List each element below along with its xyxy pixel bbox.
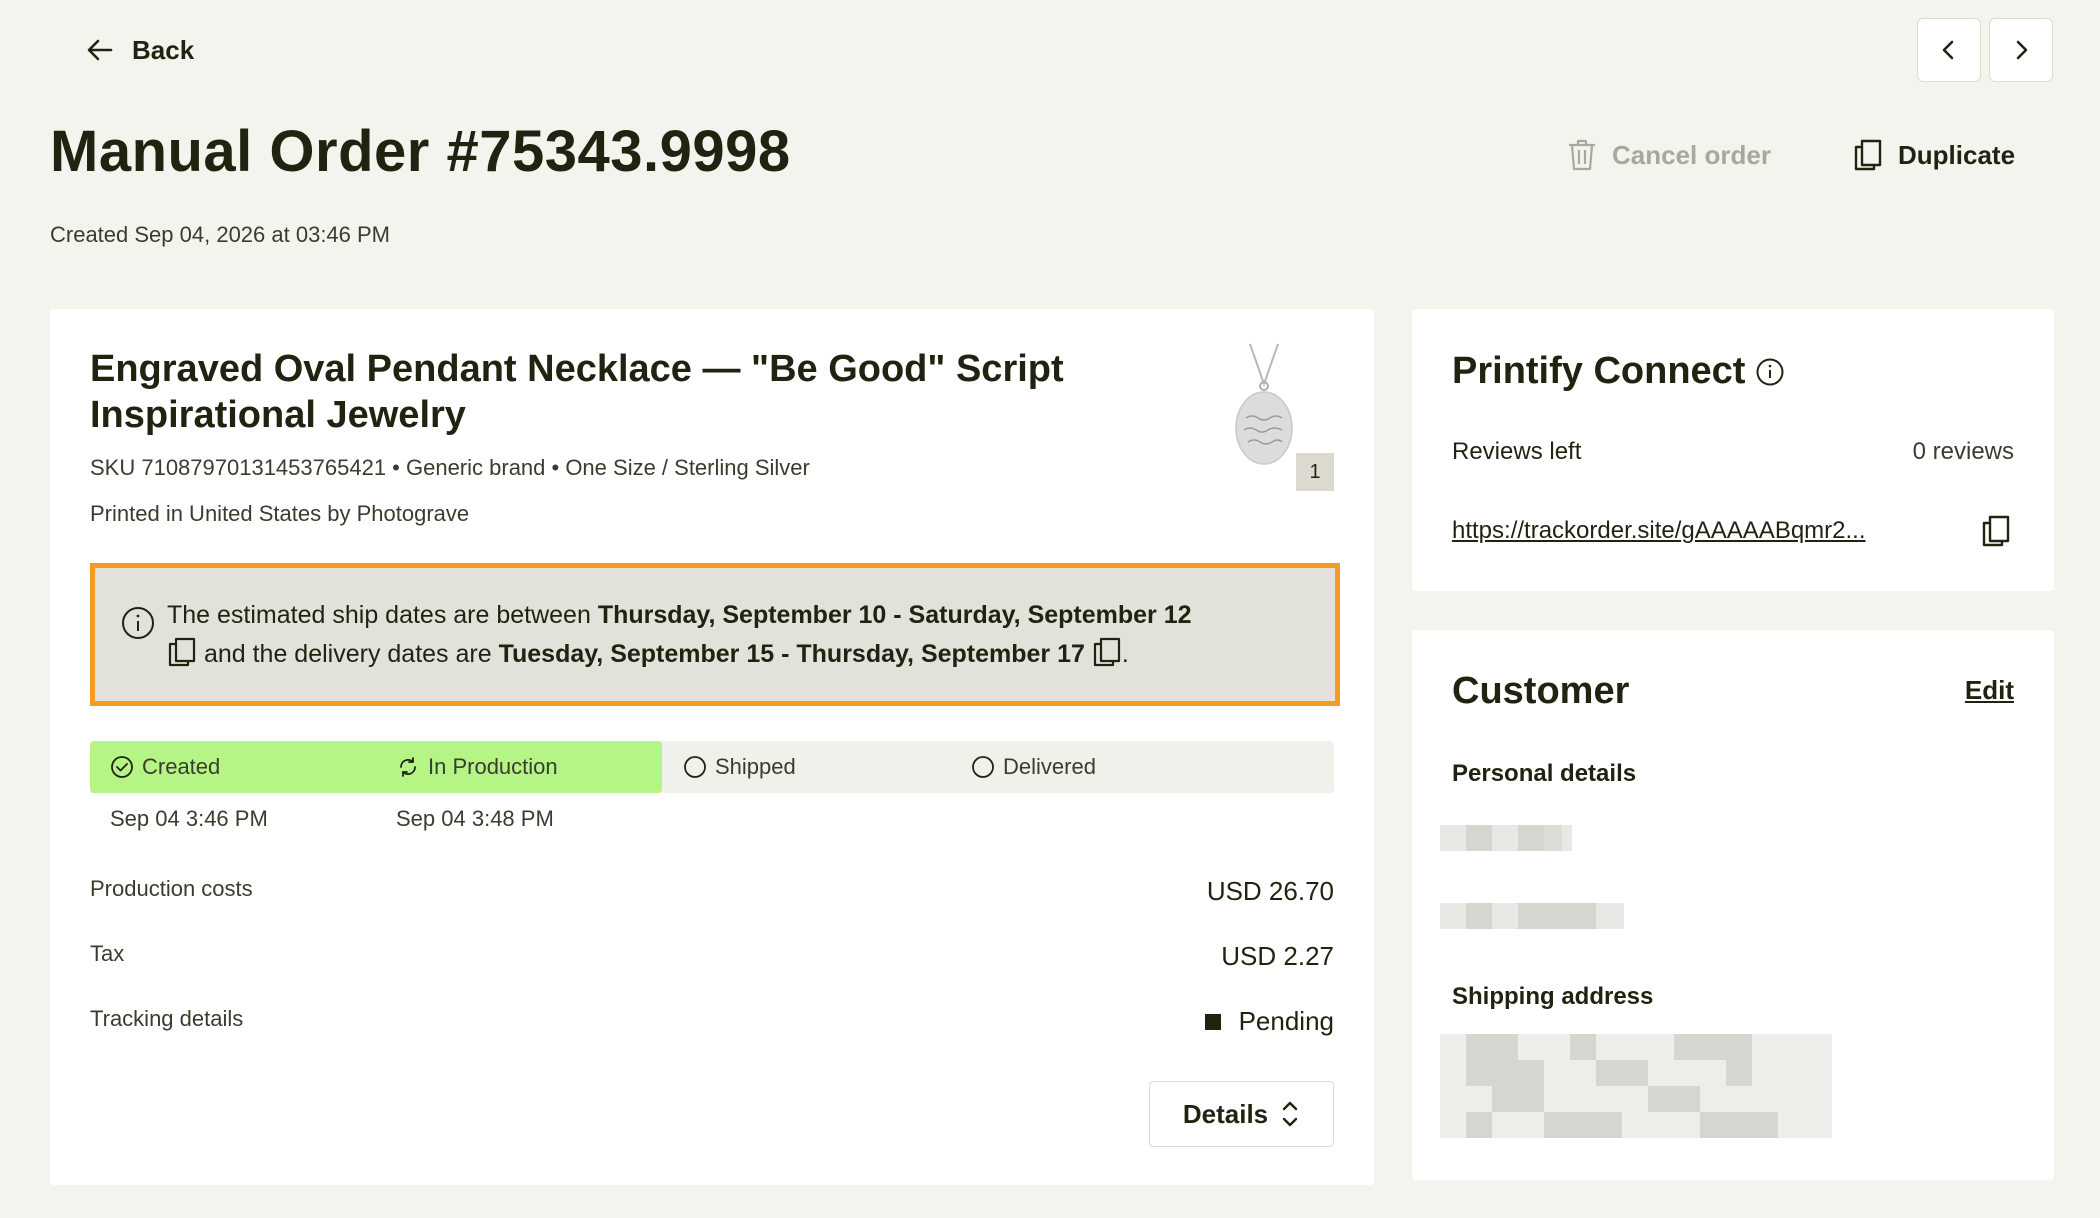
ship-dates-notice: The estimated ship dates are between Thu… — [90, 563, 1340, 706]
check-circle-icon — [111, 756, 133, 778]
previous-order-button[interactable] — [1917, 18, 1981, 82]
printify-connect-title: Printify Connect — [1452, 350, 1785, 393]
ship-dates-text: The estimated ship dates are between Thu… — [167, 601, 1192, 668]
order-status-tracker: Created In Production Shipped Delivered — [90, 741, 1334, 793]
shipping-address-heading: Shipping address — [1452, 983, 1654, 1010]
info-icon — [122, 607, 154, 639]
product-thumbnail — [1235, 343, 1293, 465]
pending-status-icon — [1204, 1013, 1221, 1030]
tracking-details-label: Tracking details — [90, 1006, 244, 1031]
quantity-badge: 1 — [1296, 453, 1334, 491]
chevron-right-icon — [2016, 40, 2028, 60]
redacted-customer-name — [1440, 825, 1572, 851]
created-date: Sep 04 3:46 PM — [110, 806, 268, 831]
tax-label: Tax — [90, 941, 125, 966]
page-title: Manual Order #75343.9998 — [50, 119, 791, 184]
tracking-status-value: Pending — [1238, 1006, 1334, 1036]
arrow-left-icon — [87, 39, 113, 61]
next-order-button[interactable] — [1989, 18, 2053, 82]
trash-icon — [1569, 139, 1595, 171]
in-production-date: Sep 04 3:48 PM — [396, 806, 554, 831]
ship-date-range: Thursday, September 10 - Saturday, Septe… — [597, 601, 1192, 629]
cancel-order-button[interactable]: Cancel order — [1566, 138, 1771, 172]
status-step-in-production: In Production — [396, 741, 558, 793]
details-label: Details — [1182, 1098, 1269, 1129]
details-button[interactable]: Details — [1149, 1081, 1334, 1147]
edit-customer-link[interactable]: Edit — [1965, 675, 2014, 706]
copy-icon[interactable] — [1980, 514, 2012, 548]
back-label: Back — [132, 34, 195, 65]
copy-icon — [1854, 139, 1882, 171]
product-title: Engraved Oval Pendant Necklace — "Be Goo… — [90, 348, 1064, 436]
info-icon[interactable] — [1755, 357, 1785, 387]
redacted-shipping-address — [1440, 1034, 1832, 1138]
circle-icon — [972, 756, 994, 778]
status-step-created: Created — [110, 741, 220, 793]
status-step-delivered: Delivered — [971, 741, 1096, 793]
duplicate-label: Duplicate — [1898, 139, 2016, 170]
product-sku: SKU 71087970131453765421 • Generic brand… — [90, 455, 810, 480]
copy-ship-dates-icon[interactable] — [167, 637, 197, 667]
back-button[interactable]: Back — [84, 30, 194, 70]
customer-title: Customer — [1452, 670, 1630, 712]
product-printed-by: Printed in United States by Photograve — [90, 501, 470, 526]
tax-value: USD 2.27 — [1221, 941, 1334, 971]
tracking-link[interactable]: https://trackorder.site/gAAAAABqmr2... — [1452, 517, 1956, 545]
order-created-date: Created Sep 04, 2026 at 03:46 PM — [50, 222, 391, 247]
reviews-left-label: Reviews left — [1452, 438, 1582, 465]
duplicate-button[interactable]: Duplicate — [1852, 138, 2015, 172]
chevron-up-down-icon — [1282, 1101, 1298, 1127]
production-costs-value: USD 26.70 — [1206, 876, 1334, 906]
personal-details-heading: Personal details — [1452, 760, 1637, 787]
refresh-icon — [400, 757, 416, 777]
delivery-date-range: Tuesday, September 15 - Thursday, Septem… — [498, 640, 1085, 668]
chevron-left-icon — [1942, 40, 1954, 60]
redacted-customer-contact — [1440, 903, 1624, 929]
circle-icon — [684, 756, 706, 778]
reviews-left-value: 0 reviews — [1912, 438, 2014, 465]
production-costs-label: Production costs — [90, 876, 253, 901]
tracking-status: Pending — [1204, 1006, 1334, 1037]
cancel-order-label: Cancel order — [1612, 139, 1771, 170]
status-step-shipped: Shipped — [683, 741, 796, 793]
copy-delivery-dates-icon[interactable] — [1092, 637, 1122, 667]
